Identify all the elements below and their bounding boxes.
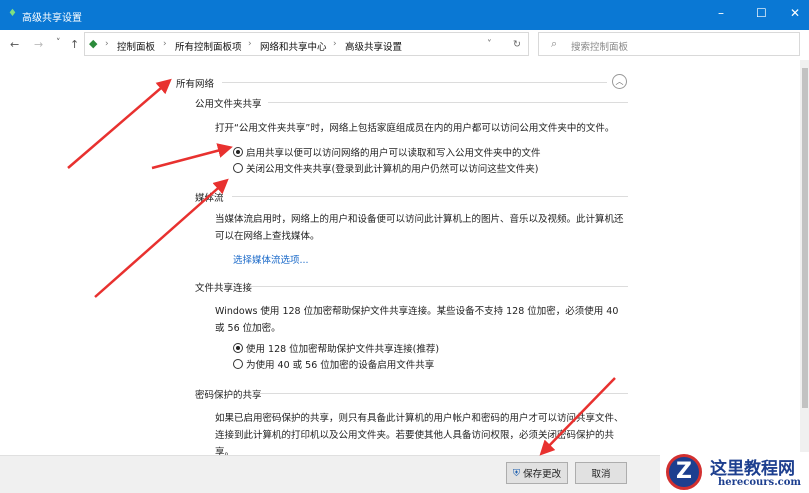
watermark-url: herecours.com xyxy=(718,477,802,488)
watermark: Z 这里教程网 herecours.com xyxy=(660,452,809,493)
arrow-media xyxy=(94,178,229,298)
watermark-logo: Z xyxy=(666,454,702,490)
arrow-enable-sharing xyxy=(151,143,233,170)
arrow-save xyxy=(539,377,616,456)
annotation-arrows xyxy=(67,78,616,456)
arrow-all-networks xyxy=(67,78,172,169)
watermark-name: 这里教程网 xyxy=(710,459,795,479)
